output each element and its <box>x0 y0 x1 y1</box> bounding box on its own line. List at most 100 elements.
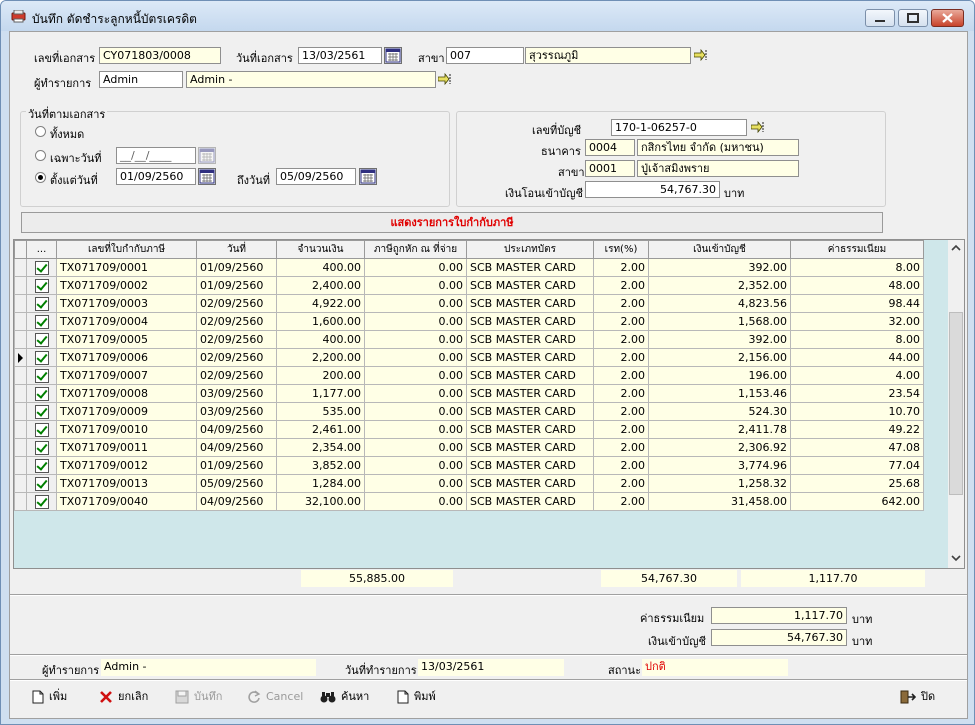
doc-no-field[interactable]: CY071803/0008 <box>99 47 221 64</box>
row-select-checkbox[interactable] <box>34 476 49 491</box>
grid-header-card-type[interactable]: ประเภทบัตร <box>466 240 594 259</box>
table-row[interactable]: TX071709/0006 02/09/2560 2,200.00 0.00 SCB M… <box>14 348 924 367</box>
grid-header-fee[interactable]: ค่าธรรมเนียม <box>790 240 924 259</box>
row-select-checkbox[interactable] <box>34 260 49 275</box>
row-indicator[interactable] <box>14 258 27 277</box>
branch-code-field[interactable]: 007 <box>446 47 524 64</box>
row-select-checkbox[interactable] <box>34 350 49 365</box>
row-select-checkbox[interactable] <box>34 422 49 437</box>
branch-lookup-icon[interactable] <box>694 49 708 61</box>
radio-date-range[interactable] <box>35 172 46 183</box>
row-indicator[interactable] <box>14 438 27 457</box>
grid-header-rate[interactable]: เรท(%) <box>593 240 649 259</box>
print-button[interactable]: พิมพ์ <box>397 686 436 708</box>
row-indicator[interactable] <box>14 294 27 313</box>
row-indicator[interactable] <box>14 312 27 331</box>
row-indicator[interactable] <box>14 474 27 493</box>
cell-invoice-no: TX071709/0001 <box>56 258 197 277</box>
row-select-checkbox[interactable] <box>34 296 49 311</box>
cancel-document-button[interactable]: ยกเลิก <box>99 686 148 708</box>
from-date-field[interactable]: 01/09/2560 <box>116 168 196 185</box>
branch-name-field: สุวรรณภูมิ <box>525 47 691 64</box>
minimize-button[interactable] <box>865 9 895 27</box>
table-row[interactable]: TX071709/0012 01/09/2560 3,852.00 0.00 SCB M… <box>14 456 924 475</box>
radio-all[interactable] <box>35 126 46 137</box>
table-row[interactable]: TX071709/0040 04/09/2560 32,100.00 0.00 SCB … <box>14 492 924 511</box>
row-indicator[interactable] <box>14 330 27 349</box>
row-indicator[interactable] <box>14 366 27 385</box>
grid-header-select[interactable]: ... <box>26 240 57 259</box>
invoice-grid[interactable]: ... เลขที่ใบกำกับภาษี วันที่ จำนวนเงิน ภ… <box>13 239 965 569</box>
scroll-down-icon[interactable] <box>951 554 961 562</box>
undo-icon <box>248 690 261 703</box>
transfer-amount-field[interactable]: 54,767.30 <box>585 181 720 198</box>
table-row[interactable]: TX071709/0011 04/09/2560 2,354.00 0.00 SCB M… <box>14 438 924 457</box>
table-row[interactable]: TX071709/0005 02/09/2560 400.00 0.00 SCB MAS… <box>14 330 924 349</box>
row-select-checkbox[interactable] <box>34 404 49 419</box>
row-indicator[interactable] <box>14 456 27 475</box>
row-indicator[interactable] <box>14 420 27 439</box>
scroll-thumb[interactable] <box>949 312 963 495</box>
row-select-checkbox[interactable] <box>34 440 49 455</box>
table-row[interactable]: TX071709/0010 04/09/2560 2,461.00 0.00 SCB M… <box>14 420 924 439</box>
table-row[interactable]: TX071709/0009 03/09/2560 535.00 0.00 SCB MAS… <box>14 402 924 421</box>
to-date-field[interactable]: 05/09/2560 <box>276 168 356 185</box>
row-select-checkbox[interactable] <box>34 458 49 473</box>
specific-date-calendar-button[interactable] <box>198 147 216 164</box>
add-button[interactable]: เพิ่ม <box>32 686 67 708</box>
bank-label: ธนาคาร <box>541 145 581 158</box>
row-select-checkbox[interactable] <box>34 368 49 383</box>
table-row[interactable]: TX071709/0004 02/09/2560 1,600.00 0.00 SCB M… <box>14 312 924 331</box>
exit-button[interactable]: ปิด <box>900 686 935 708</box>
radio-specific-date[interactable] <box>35 150 46 161</box>
row-indicator[interactable] <box>14 276 27 295</box>
doc-date-calendar-button[interactable] <box>384 47 402 64</box>
table-row[interactable]: TX071709/0007 02/09/2560 200.00 0.00 SCB MAS… <box>14 366 924 385</box>
show-invoices-banner[interactable]: แสดงรายการใบกำกับภาษี <box>21 212 883 233</box>
maker-code-field[interactable]: Admin <box>99 71 183 88</box>
maximize-button[interactable] <box>898 9 928 27</box>
cell-card-type: SCB MASTER CARD <box>466 420 594 439</box>
account-lookup-icon[interactable] <box>751 121 765 133</box>
scroll-up-icon[interactable] <box>951 244 961 252</box>
table-row[interactable]: TX071709/0001 01/09/2560 400.00 0.00 SCB MAS… <box>14 258 924 277</box>
save-button[interactable]: บันทึก <box>175 686 222 708</box>
row-indicator[interactable] <box>14 384 27 403</box>
row-select-checkbox[interactable] <box>34 386 49 401</box>
grid-vertical-scrollbar[interactable] <box>948 240 964 568</box>
table-row[interactable]: TX071709/0002 01/09/2560 2,400.00 0.00 SCB M… <box>14 276 924 295</box>
account-no-field[interactable]: 170-1-06257-0 <box>611 119 747 136</box>
close-window-button[interactable] <box>931 9 964 27</box>
doc-date-field[interactable]: 13/03/2561 <box>298 47 382 64</box>
grid-header-invoice-no[interactable]: เลขที่ใบกำกับภาษี <box>56 240 197 259</box>
search-button[interactable]: ค้นหา <box>320 686 369 708</box>
table-row[interactable]: TX071709/0013 05/09/2560 1,284.00 0.00 SCB M… <box>14 474 924 493</box>
maker-lookup-icon[interactable] <box>438 73 452 85</box>
grid-header-amount[interactable]: จำนวนเงิน <box>276 240 365 259</box>
cell-invoice-no: TX071709/0008 <box>56 384 197 403</box>
row-select-cell <box>26 384 57 403</box>
cell-amount: 32,100.00 <box>276 492 365 511</box>
cell-date: 03/09/2560 <box>196 384 277 403</box>
exit-door-icon <box>900 690 916 704</box>
grid-header-to-account[interactable]: เงินเข้าบัญชี <box>648 240 791 259</box>
row-indicator[interactable] <box>14 492 27 511</box>
table-row[interactable]: TX071709/0008 03/09/2560 1,177.00 0.00 SCB M… <box>14 384 924 403</box>
grid-header-date[interactable]: วันที่ <box>196 240 277 259</box>
row-select-checkbox[interactable] <box>34 494 49 509</box>
from-date-calendar-button[interactable] <box>198 168 216 185</box>
row-indicator[interactable] <box>14 348 27 367</box>
cell-rate: 2.00 <box>593 348 649 367</box>
grid-header-withholding-tax[interactable]: ภาษีถูกหัก ณ ที่จ่าย <box>364 240 467 259</box>
row-select-cell <box>26 402 57 421</box>
row-select-checkbox[interactable] <box>34 332 49 347</box>
table-row[interactable]: TX071709/0003 02/09/2560 4,922.00 0.00 SCB M… <box>14 294 924 313</box>
cancel-button[interactable]: Cancel <box>247 686 303 708</box>
row-indicator[interactable] <box>14 402 27 421</box>
to-date-calendar-button[interactable] <box>359 168 377 185</box>
row-select-checkbox[interactable] <box>34 314 49 329</box>
add-button-label: เพิ่ม <box>49 690 68 703</box>
specific-date-field[interactable]: __/__/____ <box>116 147 196 164</box>
row-select-checkbox[interactable] <box>34 278 49 293</box>
cell-fee: 642.00 <box>790 492 924 511</box>
